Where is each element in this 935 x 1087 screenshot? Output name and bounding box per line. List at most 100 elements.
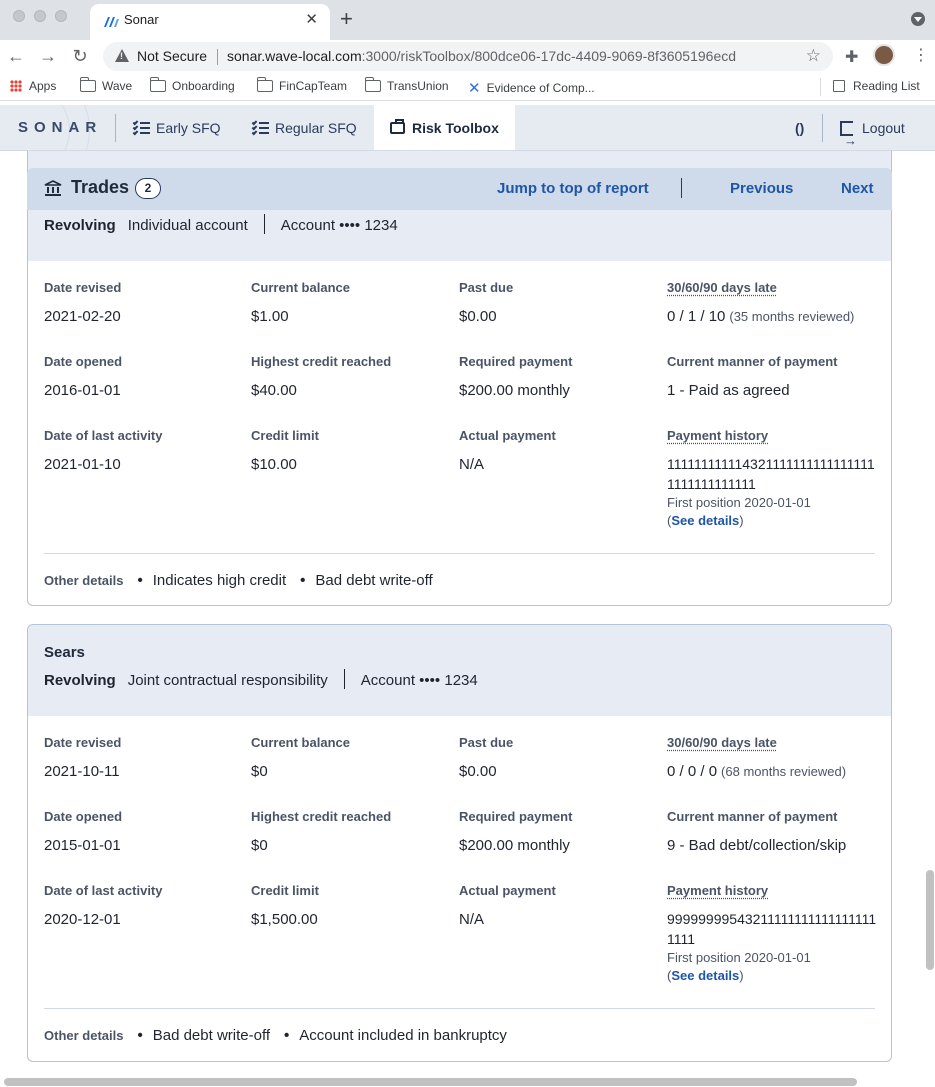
- window-minimize-dot[interactable]: [34, 10, 46, 22]
- bookmark-wave[interactable]: Wave: [80, 77, 132, 93]
- account-line: Revolving Individual account Account •••• …: [44, 205, 875, 261]
- credit-limit-field: Credit limit $1,500.00: [251, 883, 461, 928]
- address-bar[interactable]: Not Secure sonar.wave-local.com:3000/ris…: [103, 42, 833, 71]
- field-value: 2021-01-10: [44, 456, 121, 473]
- field-value: $200.00 monthly: [459, 382, 570, 399]
- logout-label: Logout: [862, 120, 905, 136]
- previous-link[interactable]: Previous: [730, 180, 793, 197]
- next-link[interactable]: Next: [841, 180, 874, 197]
- see-details-link[interactable]: See details: [671, 968, 739, 983]
- manner-of-payment-field: Current manner of payment 1 - Paid as agr…: [667, 354, 877, 399]
- field-value: 2021-02-20: [44, 308, 121, 325]
- field-value: N/A: [459, 456, 485, 473]
- required-payment-field: Required payment $200.00 monthly: [459, 809, 669, 854]
- bookmark-evidence[interactable]: ✕ Evidence of Comp...: [468, 79, 595, 97]
- checklist-icon: [251, 119, 269, 136]
- bookmark-transunion[interactable]: TransUnion: [365, 77, 449, 93]
- bookmark-onboarding[interactable]: Onboarding: [150, 77, 235, 93]
- extensions-puzzle-icon[interactable]: ✚: [845, 47, 858, 67]
- field-value: $1.00: [251, 308, 289, 325]
- nav-item-regular-sfq[interactable]: Regular SFQ: [251, 105, 357, 150]
- date-opened-field: Date opened 2015-01-01: [44, 809, 254, 854]
- tab-close-icon[interactable]: ✕: [305, 10, 318, 28]
- days-late-tooltip-label[interactable]: 30/60/90 days late: [667, 280, 877, 298]
- highest-credit-field: Highest credit reached $40.00: [251, 354, 461, 399]
- trade-card: Revolving Individual account Account •••• …: [27, 151, 892, 606]
- security-label[interactable]: Not Secure: [137, 48, 207, 64]
- browser-menu-icon[interactable]: ⋮: [913, 45, 929, 65]
- nav-item-risk-toolbox[interactable]: Risk Toolbox: [374, 105, 515, 150]
- field-label: Past due: [459, 735, 514, 750]
- folder-icon: [257, 77, 273, 92]
- sonar-logo[interactable]: SONAR: [18, 119, 102, 136]
- payment-history-tooltip-label[interactable]: Payment history: [667, 883, 877, 901]
- user-name-placeholder: (): [795, 120, 805, 136]
- see-details-link[interactable]: See details: [671, 513, 739, 528]
- date-last-activity-field: Date of last activity 2021-01-10: [44, 428, 254, 473]
- past-due-field: Past due $0.00: [459, 280, 669, 325]
- actual-payment-field: Actual payment N/A: [459, 428, 669, 473]
- reload-icon[interactable]: ↻: [66, 43, 94, 69]
- header-divider: [681, 178, 682, 198]
- field-value: $10.00: [251, 456, 297, 473]
- bookmark-label: TransUnion: [387, 79, 449, 93]
- bookmark-star-icon[interactable]: ☆: [806, 46, 821, 66]
- profile-avatar[interactable]: [873, 44, 895, 66]
- nav-item-early-sfq[interactable]: Early SFQ: [132, 105, 221, 150]
- first-position: First position 2020-01-01: [667, 950, 811, 965]
- field-value: 2015-01-01: [44, 837, 121, 854]
- window-close-dot[interactable]: [13, 10, 25, 22]
- days-late-value: 0 / 0 / 0: [667, 763, 718, 780]
- bookmarks-bar: Apps Wave Onboarding FinCapTeam TransUni…: [0, 73, 935, 101]
- days-late-field: 30/60/90 days late 0 / 0 / 0 (68 months re…: [667, 735, 877, 780]
- manner-of-payment-field: Current manner of payment 9 - Bad debt/co…: [667, 809, 877, 854]
- field-label: Required payment: [459, 809, 573, 824]
- account-ownership: Individual account: [127, 217, 248, 234]
- app-nav: SONAR Early SFQ Regular SFQ Risk Toolbox…: [0, 105, 935, 151]
- details-divider: [44, 553, 875, 554]
- payment-history-tooltip-label[interactable]: Payment history: [667, 428, 877, 446]
- nav-item-label: Early SFQ: [156, 120, 221, 136]
- jump-to-top-link[interactable]: Jump to top of report: [497, 180, 649, 197]
- days-late-value: 0 / 1 / 10: [667, 308, 726, 325]
- apps-grid-icon: [10, 80, 22, 92]
- trade-card: Sears Revolving Joint contractual respons…: [27, 624, 892, 1062]
- actual-payment-field: Actual payment N/A: [459, 883, 669, 928]
- window-zoom-dot[interactable]: [55, 10, 67, 22]
- bookmark-apps[interactable]: Apps: [10, 79, 56, 93]
- field-value: $0.00: [459, 308, 497, 325]
- first-position: First position 2020-01-01: [667, 495, 811, 510]
- other-details: Other details • Bad debt write-off • Account…: [44, 1027, 521, 1044]
- logout-button[interactable]: Logout: [840, 105, 905, 150]
- forward-icon[interactable]: →: [34, 43, 62, 69]
- reading-list[interactable]: Reading List: [833, 79, 920, 93]
- reading-list-label: Reading List: [853, 79, 920, 93]
- new-tab-button[interactable]: +: [340, 8, 353, 30]
- horizontal-scrollbar[interactable]: [4, 1078, 857, 1086]
- bullet: •: [284, 1027, 290, 1044]
- trades-section-header: Trades 2 Jump to top of report Previous …: [27, 168, 892, 210]
- checklist-icon: [132, 119, 150, 136]
- other-details: Other details • Indicates high credit • Bad …: [44, 572, 447, 589]
- browser-tab[interactable]: Sonar ✕: [90, 4, 330, 40]
- field-value: 0 / 1 / 10 (35 months reviewed): [667, 308, 877, 325]
- field-value: 1 - Paid as agreed: [667, 382, 790, 399]
- folder-icon: [150, 77, 166, 92]
- current-balance-field: Current balance $0: [251, 735, 461, 780]
- tab-search-icon[interactable]: [911, 12, 925, 26]
- field-label: Date opened: [44, 354, 123, 369]
- payment-history-value: 999999995432111111111111111111111: [667, 911, 877, 947]
- bookmark-fincapteam[interactable]: FinCapTeam: [257, 77, 347, 93]
- days-late-tooltip-label[interactable]: 30/60/90 days late: [667, 735, 877, 753]
- months-reviewed: (68 months reviewed): [721, 764, 847, 779]
- field-value: 2016-01-01: [44, 382, 121, 399]
- url-text[interactable]: sonar.wave-local.com:3000/riskToolbox/80…: [227, 48, 736, 64]
- vertical-scrollbar[interactable]: [926, 870, 934, 970]
- back-icon[interactable]: ←: [2, 43, 30, 69]
- bookmark-label: Evidence of Comp...: [486, 81, 595, 95]
- date-opened-field: Date opened 2016-01-01: [44, 354, 254, 399]
- bookmark-label: Apps: [29, 79, 57, 93]
- bookmarks-divider: [820, 78, 821, 96]
- folder-icon: [365, 77, 381, 92]
- account-prefix: Account: [360, 672, 415, 689]
